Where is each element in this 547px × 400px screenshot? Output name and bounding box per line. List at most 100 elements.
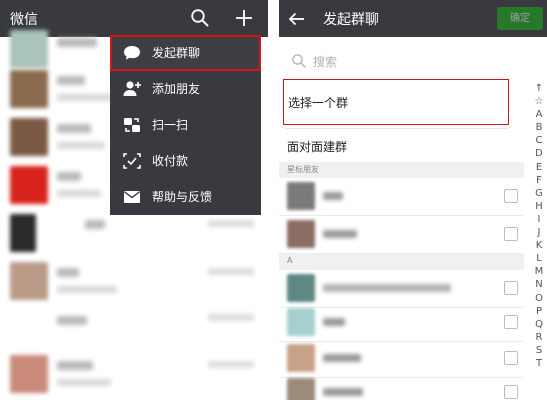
contact-checkbox[interactable] [504, 189, 518, 203]
menu-item-payment[interactable]: 收付款 [110, 143, 261, 179]
chat-name [57, 76, 85, 85]
index-letter[interactable]: O [531, 292, 547, 305]
contact-checkbox[interactable] [504, 227, 518, 241]
select-a-group-label: 选择一个群 [288, 96, 349, 110]
section-header-label: A [287, 256, 293, 265]
chat-name [85, 220, 105, 229]
chat-list-screen: 微信 发起群聊 添加朋友 扫一扫 收付款 帮助与反馈 [0, 0, 268, 400]
index-letter[interactable]: P [531, 305, 547, 318]
panel-separator [268, 0, 279, 400]
index-letter[interactable]: T [531, 357, 547, 370]
plus-icon[interactable] [234, 8, 254, 28]
menu-item-label: 扫一扫 [152, 118, 189, 132]
index-letter[interactable]: C [531, 134, 547, 147]
contact-row[interactable] [279, 304, 524, 342]
divider [285, 128, 509, 129]
chat-time [208, 314, 254, 321]
face-to-face-group-label: 面对面建群 [287, 140, 348, 154]
alphabet-index-bar[interactable]: ↑ ☆ A B C D E F G H I J K L M N O P Q R S T [531, 82, 547, 400]
plus-menu-popup: 发起群聊 添加朋友 扫一扫 收付款 帮助与反馈 [110, 35, 261, 215]
section-header-starred: 星标朋友 [279, 162, 524, 178]
chat-preview [57, 286, 117, 293]
index-letter[interactable]: F [531, 174, 547, 187]
index-letter[interactable]: L [531, 252, 547, 265]
index-letter[interactable]: M [531, 265, 547, 278]
avatar [287, 220, 315, 248]
avatar [10, 214, 36, 252]
search-icon[interactable] [190, 8, 210, 28]
chat-name [57, 124, 91, 133]
index-letter[interactable]: H [531, 200, 547, 213]
search-input[interactable] [313, 51, 493, 73]
chat-preview [57, 190, 101, 197]
chat-name [57, 172, 81, 181]
contact-name [323, 284, 451, 292]
contact-row[interactable] [279, 178, 524, 216]
index-letter[interactable]: ☆ [531, 95, 547, 108]
chat-name [57, 38, 97, 47]
contact-row[interactable] [279, 374, 524, 400]
index-letter[interactable]: B [531, 121, 547, 134]
chat-preview [57, 94, 117, 101]
index-letter[interactable]: N [531, 278, 547, 291]
index-letter[interactable]: A [531, 108, 547, 121]
contact-checkbox[interactable] [504, 351, 518, 365]
contact-row[interactable] [279, 340, 524, 378]
index-letter[interactable]: J [531, 226, 547, 239]
chat-list-item[interactable] [0, 351, 268, 400]
chat-name [57, 316, 87, 325]
avatar [10, 118, 48, 156]
chat-list-item[interactable] [0, 304, 268, 353]
select-a-group-option[interactable]: 选择一个群 [283, 79, 509, 125]
contact-name [323, 192, 343, 200]
page-title: 发起群聊 [323, 12, 379, 28]
confirm-button[interactable]: 确定 [497, 7, 543, 30]
index-letter[interactable]: R [531, 331, 547, 344]
back-arrow-icon[interactable] [287, 9, 307, 29]
contact-name [323, 354, 361, 362]
search-bar[interactable] [279, 44, 547, 80]
contact-checkbox[interactable] [504, 315, 518, 329]
avatar [10, 166, 48, 204]
index-letter[interactable]: ↑ [531, 82, 547, 95]
menu-item-label: 添加朋友 [152, 82, 201, 96]
add-friend-icon [123, 81, 141, 96]
chat-time [208, 268, 254, 275]
contact-checkbox[interactable] [504, 385, 518, 399]
payment-icon [123, 153, 141, 169]
avatar [10, 262, 48, 300]
chat-name [57, 268, 79, 277]
index-letter[interactable]: E [531, 161, 547, 174]
index-letter[interactable]: D [531, 147, 547, 160]
index-letter[interactable]: Q [531, 318, 547, 331]
contact-name [323, 388, 363, 396]
chat-list-item[interactable] [0, 258, 268, 307]
start-group-chat-screen: 发起群聊 确定 选择一个群 面对面建群 星标朋友 A [279, 0, 547, 400]
top-bar: 发起群聊 确定 [279, 0, 547, 37]
menu-item-label: 发起群聊 [152, 46, 201, 60]
index-letter[interactable]: G [531, 187, 547, 200]
chat-list-item[interactable] [0, 210, 268, 259]
menu-item-start-group-chat[interactable]: 发起群聊 [110, 35, 261, 71]
avatar [287, 378, 315, 400]
contact-name [323, 318, 345, 326]
avatar [10, 70, 48, 108]
avatar [287, 344, 315, 372]
scan-icon [124, 118, 140, 132]
index-letter[interactable]: S [531, 344, 547, 357]
menu-item-add-friend[interactable]: 添加朋友 [110, 71, 261, 107]
menu-item-label: 收付款 [152, 154, 189, 168]
menu-item-scan[interactable]: 扫一扫 [110, 107, 261, 143]
avatar [287, 182, 315, 210]
contact-checkbox[interactable] [504, 281, 518, 295]
face-to-face-group-option[interactable]: 面对面建群 [283, 131, 509, 159]
contact-row[interactable] [279, 216, 524, 254]
chat-bubble-icon [124, 46, 140, 60]
menu-item-help-feedback[interactable]: 帮助与反馈 [110, 179, 261, 215]
chat-name [57, 361, 93, 370]
contact-row[interactable] [279, 270, 524, 308]
index-letter[interactable]: I [531, 213, 547, 226]
index-letter[interactable]: K [531, 239, 547, 252]
app-title: 微信 [10, 12, 38, 28]
mail-icon [124, 191, 140, 203]
